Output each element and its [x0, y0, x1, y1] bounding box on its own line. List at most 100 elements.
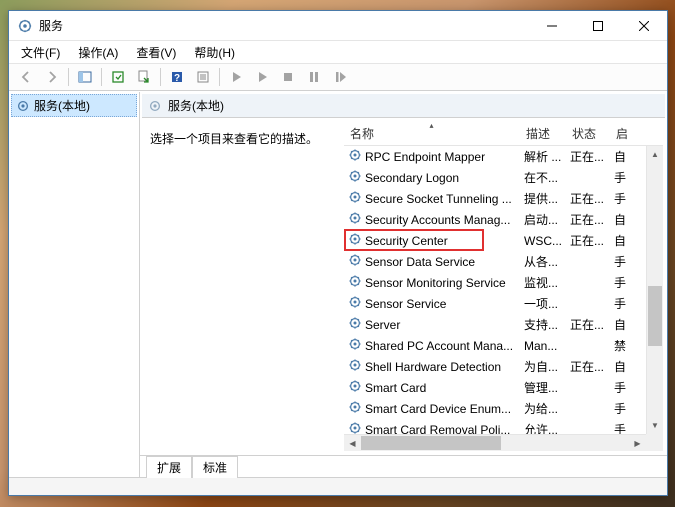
horizontal-scrollbar[interactable]: ◀ ▶ [344, 434, 646, 451]
rows-container[interactable]: RPC Endpoint Mapper解析 ...正在...自 Secondary… [344, 146, 663, 451]
service-row[interactable]: Security Accounts Manag...启动...正在...自 [344, 209, 663, 230]
description-text: 选择一个项目来查看它的描述。 [150, 132, 318, 146]
view-tabs: 扩展 标准 [140, 455, 667, 477]
service-name: Secondary Logon [365, 171, 459, 185]
back-button[interactable] [14, 66, 38, 88]
service-row[interactable]: Smart Card管理...手 [344, 377, 663, 398]
service-name-cell: RPC Endpoint Mapper [344, 148, 520, 165]
service-name: Sensor Monitoring Service [365, 276, 506, 290]
service-name: RPC Endpoint Mapper [365, 150, 485, 164]
service-row[interactable]: Shared PC Account Mana...Man...禁 [344, 335, 663, 356]
service-startup-cell: 自 [610, 316, 632, 333]
scroll-thumb[interactable] [361, 436, 501, 450]
gear-icon [348, 337, 362, 354]
menu-file[interactable]: 文件(F) [13, 42, 68, 63]
service-row[interactable]: Security CenterWSC...正在...自 [344, 230, 663, 251]
gear-icon [348, 169, 362, 186]
gear-icon [348, 358, 362, 375]
menu-help[interactable]: 帮助(H) [186, 42, 243, 63]
right-pane: 服务(本地) 选择一个项目来查看它的描述。 名称 ▴ 描述 状态 启 [140, 92, 667, 477]
column-name[interactable]: 名称 ▴ [344, 122, 520, 145]
pane-header-label: 服务(本地) [168, 97, 224, 114]
service-row[interactable]: Sensor Monitoring Service监视...手 [344, 272, 663, 293]
service-row[interactable]: Sensor Data Service从各...手 [344, 251, 663, 272]
column-description[interactable]: 描述 [520, 122, 566, 145]
service-row[interactable]: Shell Hardware Detection为自...正在...自 [344, 356, 663, 377]
service-row[interactable]: Smart Card Device Enum...为给...手 [344, 398, 663, 419]
service-name: Security Accounts Manag... [365, 213, 510, 227]
toolbar: ? [9, 63, 667, 91]
statusbar [9, 477, 667, 495]
service-name-cell: Smart Card [344, 379, 520, 396]
service-startup-cell: 禁 [610, 337, 632, 354]
column-status[interactable]: 状态 [566, 122, 610, 145]
service-desc-cell: 为自... [520, 358, 566, 375]
service-name-cell: Server [344, 316, 520, 333]
service-startup-cell: 自 [610, 232, 632, 249]
service-desc-cell: 启动... [520, 211, 566, 228]
gear-icon [348, 232, 362, 249]
menubar: 文件(F) 操作(A) 查看(V) 帮助(H) [9, 41, 667, 63]
service-status-cell: 正在... [566, 358, 610, 375]
service-name: Sensor Data Service [365, 255, 475, 269]
service-desc-cell: 管理... [520, 379, 566, 396]
service-desc-cell: 在不... [520, 169, 566, 186]
menu-view[interactable]: 查看(V) [128, 42, 184, 63]
show-hide-tree-button[interactable] [73, 66, 97, 88]
service-status-cell: 正在... [566, 190, 610, 207]
service-name: Server [365, 318, 400, 332]
right-body: 选择一个项目来查看它的描述。 名称 ▴ 描述 状态 启 RPC Endpoint… [140, 118, 667, 455]
stop-service-button[interactable] [276, 66, 300, 88]
service-name-cell: Shell Hardware Detection [344, 358, 520, 375]
service-row[interactable]: Secure Socket Tunneling ...提供...正在...手 [344, 188, 663, 209]
gear-icon [348, 211, 362, 228]
refresh-button[interactable] [106, 66, 130, 88]
scroll-left-arrow[interactable]: ◀ [344, 435, 361, 451]
start-service-button[interactable] [224, 66, 248, 88]
service-startup-cell: 自 [610, 148, 632, 165]
service-row[interactable]: Sensor Service一项...手 [344, 293, 663, 314]
scroll-up-arrow[interactable]: ▲ [647, 146, 663, 163]
scroll-right-arrow[interactable]: ▶ [629, 435, 646, 451]
restart-service-button[interactable] [328, 66, 352, 88]
close-button[interactable] [621, 11, 667, 41]
tree-pane[interactable]: 服务(本地) [9, 92, 140, 477]
service-name-cell: Security Accounts Manag... [344, 211, 520, 228]
menu-action[interactable]: 操作(A) [70, 42, 126, 63]
service-row[interactable]: RPC Endpoint Mapper解析 ...正在...自 [344, 146, 663, 167]
scroll-down-arrow[interactable]: ▼ [647, 417, 663, 434]
services-icon [17, 18, 33, 34]
play-button[interactable] [250, 66, 274, 88]
service-desc-cell: 提供... [520, 190, 566, 207]
titlebar[interactable]: 服务 [9, 11, 667, 41]
service-desc-cell: 为给... [520, 400, 566, 417]
service-name-cell: Shared PC Account Mana... [344, 337, 520, 354]
column-startup[interactable]: 启 [610, 122, 632, 145]
tab-standard[interactable]: 标准 [192, 456, 238, 478]
tab-extended[interactable]: 扩展 [146, 456, 192, 478]
properties-button[interactable] [191, 66, 215, 88]
description-pane: 选择一个项目来查看它的描述。 [144, 122, 344, 451]
column-headers: 名称 ▴ 描述 状态 启 [344, 122, 663, 146]
service-row[interactable]: Server支持...正在...自 [344, 314, 663, 335]
service-name-cell: Sensor Monitoring Service [344, 274, 520, 291]
forward-button[interactable] [40, 66, 64, 88]
service-startup-cell: 手 [610, 400, 632, 417]
service-name-cell: Security Center [344, 232, 520, 249]
gear-icon [348, 400, 362, 417]
scroll-thumb[interactable] [648, 286, 662, 346]
gear-icon [348, 316, 362, 333]
maximize-button[interactable] [575, 11, 621, 41]
export-list-button[interactable] [132, 66, 156, 88]
vertical-scrollbar[interactable]: ▲ ▼ [646, 146, 663, 434]
minimize-button[interactable] [529, 11, 575, 41]
pause-service-button[interactable] [302, 66, 326, 88]
tree-root-item[interactable]: 服务(本地) [11, 94, 137, 117]
service-name-cell: Secure Socket Tunneling ... [344, 190, 520, 207]
separator [68, 68, 69, 86]
service-status-cell: 正在... [566, 316, 610, 333]
help-button[interactable]: ? [165, 66, 189, 88]
service-row[interactable]: Secondary Logon在不...手 [344, 167, 663, 188]
separator [160, 68, 161, 86]
service-name: Secure Socket Tunneling ... [365, 192, 512, 206]
